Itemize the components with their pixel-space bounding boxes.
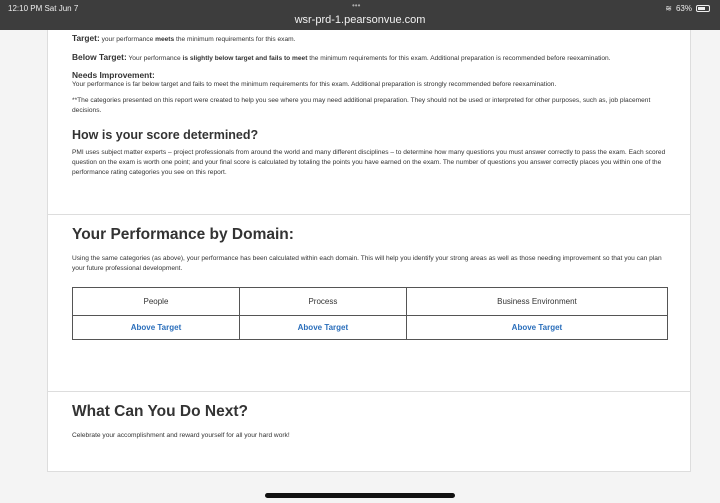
status-time: 12:10 PM Sat Jun 7 (8, 4, 79, 13)
domain-title: Your Performance by Domain: (72, 226, 294, 243)
b-bold: is slightly below target and fails to me… (182, 55, 308, 62)
categories-note: **The categories presented on this repor… (72, 97, 651, 114)
wifi-icon: ≋ (665, 4, 672, 13)
needs-desc: Your performance is far below target and… (72, 81, 557, 88)
t-post: the minimum requirements for this exam. (174, 36, 296, 43)
domain-header: Process (238, 287, 407, 316)
next-text: Celebrate your accomplishment and reward… (72, 432, 290, 439)
domain-header: People (72, 287, 240, 316)
below-label: Below Target: (72, 52, 127, 62)
home-indicator[interactable] (265, 493, 455, 498)
score-title: How is your score determined? (72, 128, 259, 142)
browser-status-bar: 12:10 PM Sat Jun 7 ••• wsr-prd-1.pearson… (0, 0, 720, 30)
domain-section: Your Performance by Domain: Using the sa… (47, 215, 691, 392)
more-dots-icon[interactable]: ••• (352, 1, 360, 10)
score-text: PMI uses subject matter experts – projec… (72, 149, 666, 176)
battery-icon (696, 5, 710, 12)
domain-rating: Above Target (405, 315, 669, 340)
categories-section: Target: your performance meets the minim… (47, 30, 691, 215)
t-bold: meets (155, 36, 175, 43)
battery-percent: 63% (675, 4, 692, 13)
below-desc: Below Target: Your performance is slight… (72, 52, 666, 64)
next-title: What Can You Do Next? (72, 403, 248, 420)
target-desc: Target: your performance meets the minim… (72, 33, 666, 45)
domain-header: Business Environment (405, 287, 669, 316)
t-pre: your performance (99, 36, 156, 43)
address-bar[interactable]: wsr-prd-1.pearsonvue.com (0, 14, 720, 26)
domain-rating: Above Target (238, 315, 407, 340)
b-post: the minimum requirements for this exam. … (307, 55, 611, 62)
target-label: Target: (72, 33, 100, 43)
domain-rating: Above Target (72, 315, 240, 340)
b-pre: Your performance (126, 55, 183, 62)
needs-label: Needs Improvement: (72, 70, 155, 80)
next-section: What Can You Do Next? Celebrate your acc… (47, 392, 691, 472)
domain-table: People Process Business Environment Above … (72, 287, 669, 340)
domain-text: Using the same categories (as above), yo… (72, 255, 662, 272)
